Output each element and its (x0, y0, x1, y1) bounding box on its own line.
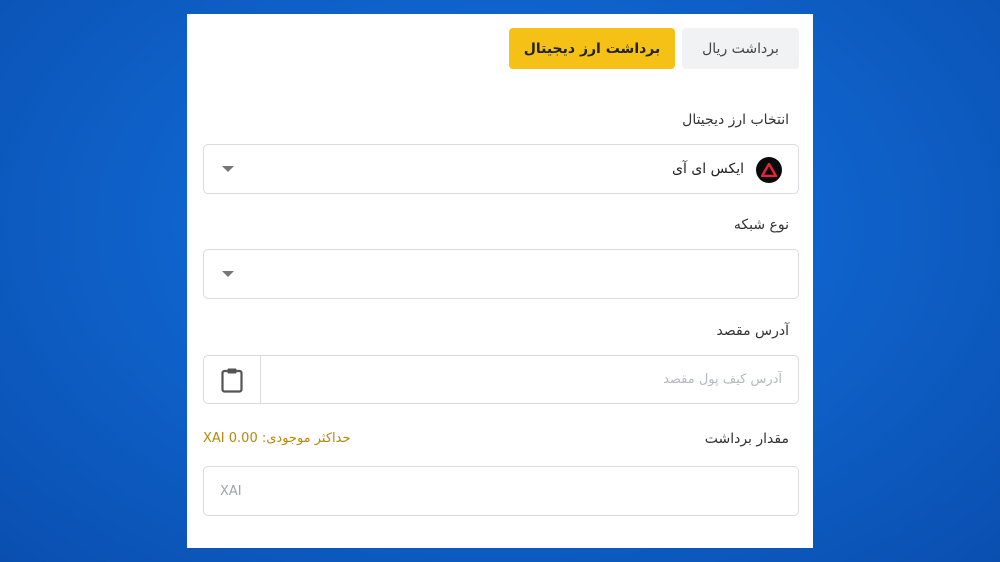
clipboard-icon (221, 368, 243, 393)
amount-label: مقدار برداشت (704, 431, 789, 447)
max-balance-link[interactable]: حداکثر موجودی: XAI 0.00 (203, 431, 351, 446)
currency-select[interactable]: ایکس ای آی (203, 144, 799, 194)
amount-placeholder: XAI (220, 483, 242, 499)
network-select[interactable] (203, 249, 799, 299)
withdraw-panel: برداشت ریال برداشت ارز دیجیتال انتخاب ار… (187, 14, 813, 548)
chevron-down-icon (222, 271, 234, 277)
tab-crypto-withdraw[interactable]: برداشت ارز دیجیتال (509, 28, 675, 69)
amount-input[interactable]: XAI (203, 466, 799, 516)
currency-label: انتخاب ارز دیجیتال (682, 112, 789, 128)
paste-button[interactable] (204, 356, 261, 403)
network-label: نوع شبکه (733, 217, 789, 233)
withdraw-tabs: برداشت ریال برداشت ارز دیجیتال (509, 28, 799, 69)
tab-rial-withdraw[interactable]: برداشت ریال (682, 28, 799, 69)
currency-selected-value: ایکس ای آی (672, 161, 744, 177)
chevron-down-icon (222, 166, 234, 172)
address-placeholder: آدرس کیف پول مقصد (663, 372, 782, 387)
xai-coin-icon (756, 157, 782, 183)
address-input[interactable]: آدرس کیف پول مقصد (203, 355, 799, 404)
address-label: آدرس مقصد (716, 323, 790, 339)
